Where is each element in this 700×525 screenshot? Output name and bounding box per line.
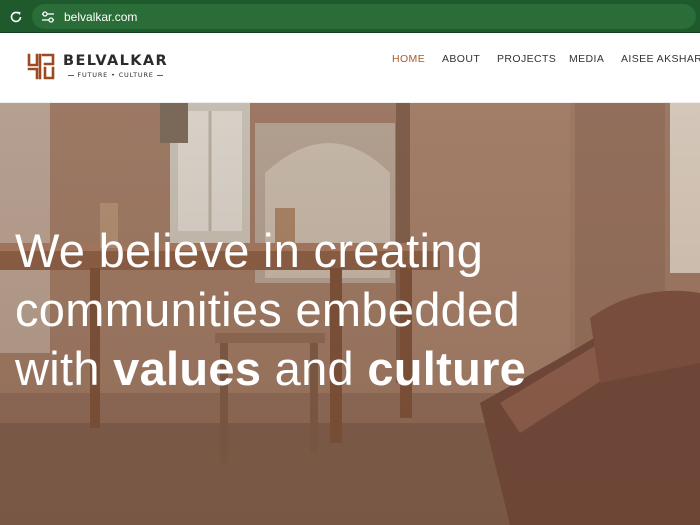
site-logo[interactable]: BELVALKAR FUTURE • CULTURE xyxy=(26,51,168,81)
hero-line-3-mid: and xyxy=(261,342,368,395)
url-text[interactable]: belvalkar.com xyxy=(64,10,137,24)
logo-tagline-separator: • xyxy=(111,71,116,79)
logo-tagline-right: CULTURE xyxy=(118,71,154,79)
logo-name: BELVALKAR xyxy=(63,53,169,69)
tagline-rule-left xyxy=(68,74,75,76)
belvalkar-emblem-icon xyxy=(27,53,55,80)
hero-keyword-culture: culture xyxy=(367,342,527,395)
reload-icon xyxy=(10,11,22,23)
logo-tagline-left: FUTURE xyxy=(77,71,109,79)
nav-item-about[interactable]: ABOUT xyxy=(442,53,480,65)
nav-item-media[interactable]: MEDIA xyxy=(569,53,604,65)
hero-keyword-values: values xyxy=(113,342,262,395)
nav-item-aisee-akshare[interactable]: AISEE AKSHARE xyxy=(621,53,700,65)
site-settings-icon[interactable] xyxy=(40,9,56,25)
hero-line-2: communities embedded xyxy=(15,283,520,336)
nav-item-home[interactable]: HOME xyxy=(392,53,425,65)
hero-section: We believe in creating communities embed… xyxy=(0,103,700,525)
reload-button[interactable] xyxy=(6,7,26,27)
address-bar[interactable]: belvalkar.com xyxy=(32,4,696,29)
hero-line-1: We believe in creating xyxy=(15,224,484,277)
tagline-rule-right xyxy=(156,74,163,76)
browser-toolbar: belvalkar.com xyxy=(0,0,700,33)
site-header: BELVALKAR FUTURE • CULTURE HOME ABOUT PR… xyxy=(0,33,700,103)
nav-item-projects[interactable]: PROJECTS xyxy=(497,53,556,65)
hero-heading: We believe in creating communities embed… xyxy=(15,221,635,398)
hero-line-3-prefix: with xyxy=(15,342,114,395)
